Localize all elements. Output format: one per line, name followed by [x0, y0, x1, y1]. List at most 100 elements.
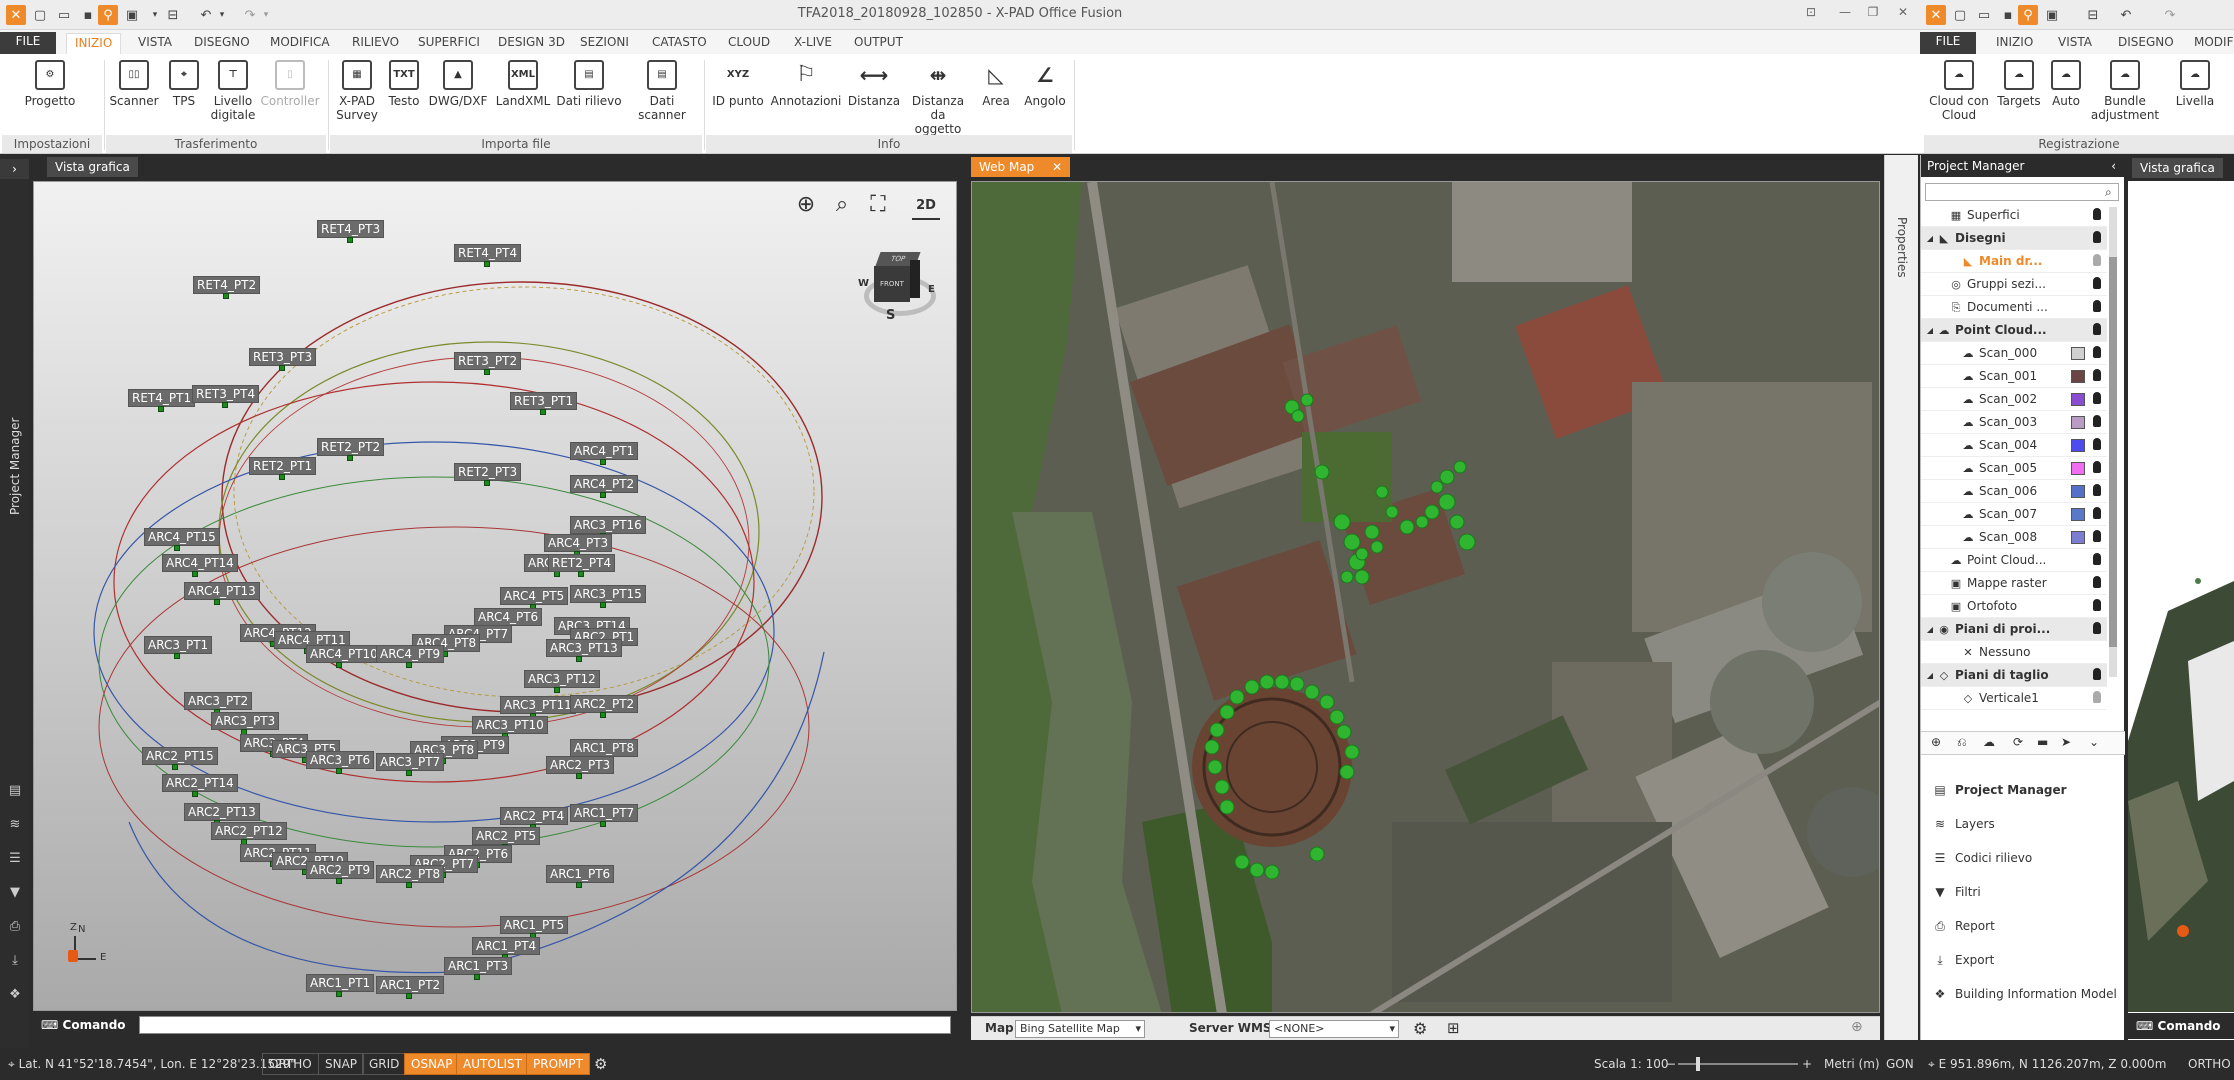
tab-vista[interactable]: VISTA [130, 33, 180, 54]
point-label-arc1-pt7[interactable]: ARC1_PT7 [570, 804, 639, 822]
survey-point-marker[interactable] [474, 974, 480, 980]
point-label-arc1-pt4[interactable]: ARC1_PT4 [472, 937, 541, 955]
point-label-ret2-pt3[interactable]: RET2_PT3 [454, 463, 522, 481]
survey-point-marker[interactable] [192, 791, 198, 797]
nav-bim[interactable]: ❖ Building Information Model [1921, 979, 2125, 1009]
point-label-arc4-pt10[interactable]: ARC4_PT10 [306, 645, 382, 663]
point-label-ret2-pt1[interactable]: RET2_PT1 [249, 457, 317, 475]
tree-item-gruppi[interactable]: ◎ Gruppi sezi... [1921, 273, 2107, 296]
point-label-arc2-pt5[interactable]: ARC2_PT5 [472, 827, 541, 845]
point-label-arc2-pt9[interactable]: ARC2_PT9 [306, 861, 375, 879]
survey-point-marker[interactable] [279, 474, 285, 480]
tree-item-ortofoto[interactable]: ▣ Ortofoto [1921, 595, 2107, 618]
point-label-arc3-pt3[interactable]: ARC3_PT3 [211, 712, 280, 730]
tree-scrollbar-thumb[interactable] [2109, 257, 2117, 647]
tree-item-scan-008[interactable]: ☁ Scan_008 [1921, 526, 2107, 549]
cloud-con-cloud-button[interactable]: ☁ Cloud con Cloud [1926, 60, 1992, 122]
color-swatch[interactable] [2071, 439, 2085, 452]
tab-disegno-right[interactable]: DISEGNO [2110, 33, 2182, 54]
export-icon[interactable]: ⤓ [7, 953, 23, 969]
visibility-bulb-icon[interactable] [2093, 484, 2101, 496]
area-button[interactable]: ◺ Area [974, 60, 1018, 108]
visibility-bulb-icon[interactable] [2093, 530, 2101, 542]
nav-report[interactable]: ⎙ Report [1921, 911, 2125, 941]
osnap-toggle[interactable]: OSNAP [404, 1053, 460, 1075]
survey-point-marker[interactable] [578, 571, 584, 577]
close-window-icon[interactable]: ✕ [1892, 5, 1914, 25]
list-icon[interactable]: ▤ [7, 783, 23, 799]
satellite-map[interactable] [971, 181, 1880, 1013]
tab-output[interactable]: OUTPUT [846, 33, 911, 54]
tree-item-scan-001[interactable]: ☁ Scan_001 [1921, 365, 2107, 388]
layers-icon[interactable]: ≋ [7, 817, 23, 833]
visibility-bulb-icon[interactable] [2093, 599, 2101, 611]
tab-file-right[interactable]: FILE [1920, 32, 1976, 54]
dati-rilievo-button[interactable]: ▤ Dati rilievo [556, 60, 622, 108]
tab-cloud[interactable]: CLOUD [720, 33, 778, 54]
survey-point-marker[interactable] [600, 712, 606, 718]
zoom-in-icon[interactable]: ⊕ [792, 192, 820, 220]
xpad-survey-button[interactable]: ▦ X-PAD Survey [334, 60, 380, 122]
survey-point-marker[interactable] [600, 602, 606, 608]
tree-item-scan-003[interactable]: ☁ Scan_003 [1921, 411, 2107, 434]
restore-panel-icon[interactable]: ⊡ [1800, 5, 1822, 25]
new-file-icon-right[interactable]: ▢ [1950, 5, 1970, 25]
auto-button[interactable]: ☁ Auto [2046, 60, 2086, 108]
livella-button[interactable]: ☁ Livella [2170, 60, 2220, 108]
maximize-icon[interactable]: ❐ [1862, 5, 1884, 25]
tab-inizio[interactable]: INIZIO [66, 33, 122, 54]
id-punto-button[interactable]: XYZ ID punto [710, 60, 766, 108]
point-label-arc4-pt6[interactable]: ARC4_PT6 [474, 608, 543, 626]
add-icon[interactable]: ⊕ [1931, 735, 1941, 749]
point-label-arc3-pt10[interactable]: ARC3_PT10 [472, 716, 548, 734]
survey-point-marker[interactable] [174, 545, 180, 551]
survey-point-marker[interactable] [347, 455, 353, 461]
open-folder-icon-right[interactable]: ▭ [1974, 5, 1994, 25]
color-swatch[interactable] [2071, 370, 2085, 383]
color-swatch[interactable] [2071, 416, 2085, 429]
filter-icon[interactable]: ▼ [7, 885, 23, 901]
point-label-arc4-pt9[interactable]: ARC4_PT9 [376, 645, 445, 663]
distanza-oggetto-button[interactable]: ⇹ Distanza da oggetto [906, 60, 970, 136]
survey-point-marker[interactable] [336, 878, 342, 884]
codes-icon[interactable]: ☰ [7, 851, 23, 867]
tab-file[interactable]: FILE [0, 32, 56, 54]
tab-design-3d[interactable]: DESIGN 3D [490, 33, 573, 54]
point-label-ret3-pt4[interactable]: RET3_PT4 [192, 385, 260, 403]
survey-point-marker[interactable] [406, 993, 412, 999]
visibility-bulb-icon[interactable] [2093, 507, 2101, 519]
tree-item-verticale1[interactable]: ◇ Verticale1 [1921, 687, 2107, 710]
visibility-bulb-icon[interactable] [2093, 622, 2101, 634]
point-label-arc3-pt2[interactable]: ARC3_PT2 [184, 692, 253, 710]
annotazioni-button[interactable]: ⚐ Annotazioni [770, 60, 842, 108]
survey-point-marker[interactable] [576, 882, 582, 888]
point-label-ret2-pt2[interactable]: RET2_PT2 [317, 438, 385, 456]
tab-xlive[interactable]: X-LIVE [786, 33, 840, 54]
point-label-ret3-pt2[interactable]: RET3_PT2 [454, 352, 522, 370]
expand-chevron-icon[interactable]: › [0, 159, 29, 179]
point-label-arc2-pt2[interactable]: ARC2_PT2 [570, 695, 639, 713]
visibility-bulb-icon[interactable] [2093, 668, 2101, 680]
tree-item-piani-taglio[interactable]: ◢ ◇ Piani di taglio [1921, 664, 2107, 687]
point-label-arc2-pt4[interactable]: ARC2_PT4 [500, 807, 569, 825]
angle-unit-readout[interactable]: GON [1886, 1054, 1914, 1074]
visibility-bulb-icon[interactable] [2093, 277, 2101, 289]
collapse-chevron-icon[interactable]: ‹ [2111, 155, 2116, 177]
globe-icon[interactable]: ⊕ [1851, 1019, 1863, 1035]
undo-icon-right[interactable]: ↶ [2116, 5, 2136, 25]
point-label-arc3-pt1[interactable]: ARC3_PT1 [144, 636, 213, 654]
units-readout[interactable]: Metri (m) [1824, 1054, 1880, 1074]
point-label-ret3-pt1[interactable]: RET3_PT1 [510, 392, 578, 410]
refresh-icon[interactable]: ⟳ [2013, 735, 2023, 749]
point-label-ret4-pt4[interactable]: RET4_PT4 [454, 244, 522, 262]
device-icon-right[interactable]: ▣ [2042, 5, 2062, 25]
survey-point-marker[interactable] [484, 261, 490, 267]
point-label-arc1-pt6[interactable]: ARC1_PT6 [546, 865, 615, 883]
tree-item-pointcloud1[interactable]: ◢ ☁ Point Cloud... [1921, 319, 2107, 342]
point-label-arc4-pt14[interactable]: ARC4_PT14 [162, 554, 238, 572]
scale-slider-thumb[interactable] [1696, 1057, 1700, 1071]
point-label-arc3-pt12[interactable]: ARC3_PT12 [524, 670, 600, 688]
angolo-button[interactable]: ∠ Angolo [1020, 60, 1070, 108]
map-layout-icon[interactable]: ⊞ [1447, 1019, 1460, 1037]
tree-item-scan-006[interactable]: ☁ Scan_006 [1921, 480, 2107, 503]
